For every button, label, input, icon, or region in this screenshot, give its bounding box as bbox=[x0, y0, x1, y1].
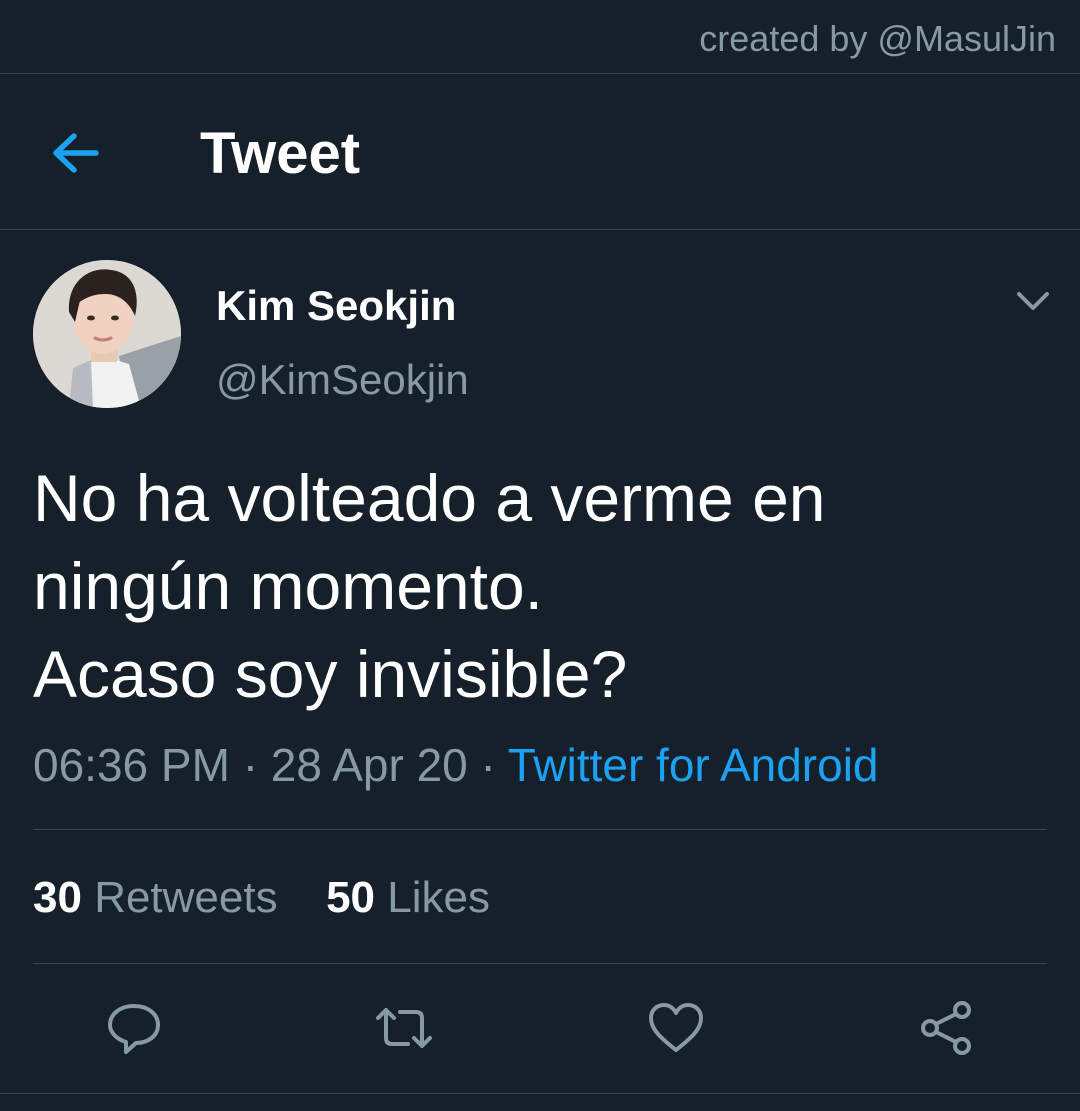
chevron-down-icon bbox=[1017, 292, 1049, 310]
avatar[interactable] bbox=[33, 260, 181, 408]
arrow-left-icon bbox=[53, 133, 99, 173]
like-icon bbox=[649, 1003, 703, 1052]
tweet-menu-button[interactable] bbox=[1010, 282, 1056, 320]
tweet-date: 28 Apr 20 bbox=[270, 739, 468, 791]
tweet-time: 06:36 PM bbox=[33, 739, 230, 791]
tweet-stats: 30 Retweets 50 Likes bbox=[33, 873, 490, 923]
credit-text: created by @MasulJin bbox=[699, 18, 1056, 59]
credit-bar: created by @MasulJin bbox=[0, 0, 1080, 74]
meta-separator: · bbox=[480, 739, 496, 791]
author-display-name[interactable]: Kim Seokjin bbox=[216, 282, 456, 330]
tweet-meta: 06:36 PM · 28 Apr 20 · Twitter for Andro… bbox=[33, 738, 879, 792]
meta-separator: · bbox=[242, 739, 259, 791]
like-button[interactable] bbox=[646, 998, 706, 1058]
tweet-text-line: Acaso soy invisible? bbox=[33, 637, 628, 711]
divider bbox=[33, 963, 1047, 964]
back-button[interactable] bbox=[44, 124, 108, 182]
likes-count: 50 bbox=[326, 873, 376, 922]
retweets-count: 30 bbox=[33, 873, 82, 922]
bottom-divider bbox=[0, 1093, 1080, 1094]
share-icon bbox=[921, 1001, 971, 1055]
retweet-button[interactable] bbox=[374, 998, 434, 1058]
divider bbox=[33, 829, 1047, 830]
retweet-icon bbox=[376, 1008, 432, 1048]
tweet-text: No ha volteado a verme en ningún momento… bbox=[33, 454, 1043, 718]
reply-button[interactable] bbox=[104, 998, 164, 1058]
page-title: Tweet bbox=[200, 121, 361, 186]
header-bar: Tweet bbox=[0, 74, 1080, 230]
tweet-text-line: No ha volteado a verme en bbox=[33, 461, 826, 535]
author-handle[interactable]: @KimSeokjin bbox=[216, 356, 469, 404]
reply-icon bbox=[108, 1004, 160, 1054]
tweet-text-line: ningún momento. bbox=[33, 549, 543, 623]
tweet-source-link[interactable]: Twitter for Android bbox=[508, 739, 879, 791]
likes-stat[interactable]: 50 Likes bbox=[326, 873, 490, 922]
retweets-label: Retweets bbox=[94, 873, 278, 922]
retweets-stat[interactable]: 30 Retweets bbox=[33, 873, 278, 922]
likes-label: Likes bbox=[387, 873, 490, 922]
share-button[interactable] bbox=[916, 998, 976, 1058]
profile-photo bbox=[33, 260, 181, 408]
